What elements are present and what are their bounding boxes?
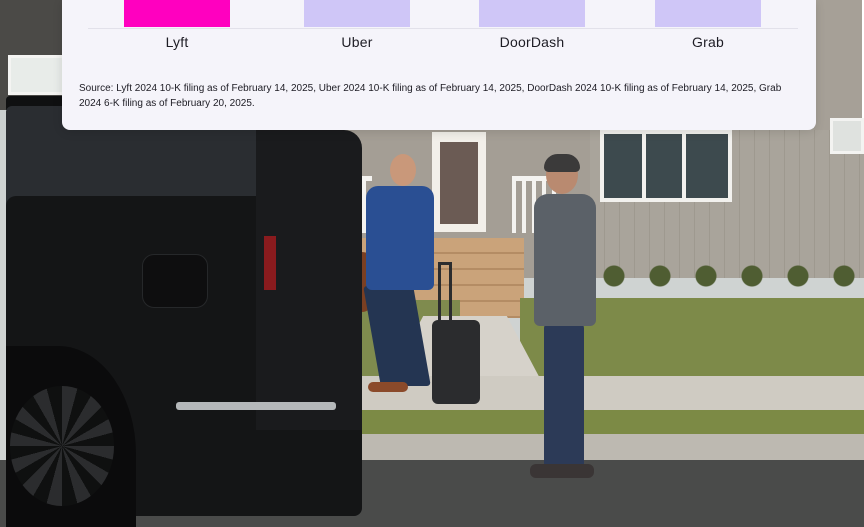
- legs: [544, 324, 584, 469]
- category-label-grab: Grab: [692, 34, 724, 50]
- bar-lyft: [124, 0, 230, 27]
- suitcase-handle: [438, 262, 452, 325]
- suv-tail-light: [264, 236, 276, 290]
- chart-card: Lyft Uber DoorDash Grab Source: Lyft 202…: [62, 0, 816, 130]
- coat: [534, 194, 596, 326]
- shrubs: [600, 262, 864, 290]
- legs: [363, 286, 431, 386]
- suv-rim: [10, 386, 114, 506]
- suv-fuel-door: [142, 254, 208, 308]
- bar-row: [88, 0, 798, 29]
- house-corner: [814, 0, 864, 130]
- shoe: [368, 382, 408, 392]
- neighbor-house: [0, 0, 70, 110]
- person-gray-coat: [530, 154, 600, 484]
- bar-grab: [655, 0, 761, 27]
- suv-bumper: [176, 402, 336, 410]
- jacket: [366, 186, 434, 290]
- suitcase: [432, 320, 480, 404]
- black-suv: [6, 96, 362, 527]
- category-label-uber: Uber: [341, 34, 373, 50]
- window: [600, 130, 732, 202]
- source-note: Source: Lyft 2024 10-K filing as of Febr…: [79, 83, 782, 109]
- person-blue-jacket: [362, 150, 442, 410]
- category-label-lyft: Lyft: [165, 34, 189, 50]
- shoe: [530, 464, 594, 478]
- window: [8, 55, 66, 95]
- bar-doordash: [479, 0, 585, 27]
- hair: [544, 154, 580, 172]
- category-label-doordash: DoorDash: [499, 34, 565, 50]
- head: [390, 154, 416, 186]
- bar-uber: [304, 0, 410, 27]
- window: [830, 118, 864, 154]
